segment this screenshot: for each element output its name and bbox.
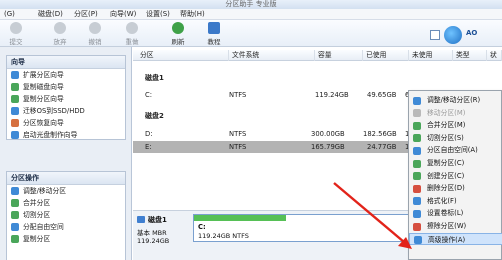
ctx-item-allocate[interactable]: 分区自由空间(A) [409, 144, 502, 157]
ctx-item-split[interactable]: 切割分区(S) [409, 132, 502, 145]
menu-settings[interactable]: 设置(S) [146, 9, 170, 20]
back-icon [89, 22, 101, 34]
delete-icon [413, 184, 421, 193]
ctx-item-wipe[interactable]: 擦除分区(W) [409, 220, 502, 233]
col-filesystem[interactable]: 文件系统 [229, 50, 315, 61]
col-free[interactable]: 未使用 [409, 50, 453, 61]
undo-button[interactable]: 撤销 [85, 22, 105, 46]
col-used[interactable]: 已使用 [363, 50, 409, 61]
wizard-panel-title[interactable]: 向导 [7, 56, 125, 69]
partition-bar-c[interactable]: C: 119.24GB NTFS [193, 214, 413, 242]
format-icon [413, 197, 421, 206]
sidebar-item-copy-disk-wizard[interactable]: 复制磁盘向导 [7, 81, 125, 93]
disc-icon [11, 131, 19, 139]
refresh-icon [172, 22, 184, 34]
table-header: 分区 文件系统 容量 已使用 未使用 类型 状 [133, 50, 502, 61]
sidebar-item-bootable-media[interactable]: 启动光盘制作向导 [7, 129, 125, 141]
submit-button[interactable]: 提交 [6, 22, 26, 46]
copy-partition-icon [11, 95, 19, 103]
tutorial-button[interactable]: 教程 [204, 22, 224, 46]
menu-bar: (G) 磁盘(D) 分区(P) 向导(W) 设置(S) 帮助(H) [0, 9, 502, 20]
menu-wizard[interactable]: 向导(W) [110, 9, 136, 20]
set-label-icon [413, 209, 421, 218]
advanced-icon [414, 236, 422, 245]
app-logo-icon [444, 26, 462, 44]
recovery-icon [11, 119, 19, 127]
copy-icon [11, 235, 19, 243]
split-icon [11, 211, 19, 219]
ctx-item-resize[interactable]: 调整/移动分区(R) [409, 94, 502, 107]
ctx-item-merge[interactable]: 合并分区(M) [409, 119, 502, 132]
ctx-item-create[interactable]: 创建分区(C) [409, 170, 502, 183]
refresh-button[interactable]: 刷新 [168, 22, 188, 46]
allocate-icon [11, 223, 19, 231]
ctx-item-format[interactable]: 格式化(F) [409, 195, 502, 208]
resize-icon [413, 96, 421, 105]
sidebar-item-resize[interactable]: 调整/移动分区 [7, 185, 125, 197]
sidebar-item-recovery-wizard[interactable]: 分区恢复向导 [7, 117, 125, 129]
check-icon [10, 22, 22, 34]
create-icon [413, 172, 421, 181]
disk1-label: 磁盘1 [145, 74, 164, 82]
option-checkbox[interactable] [430, 30, 440, 40]
copy-disk-icon [11, 83, 19, 91]
ctx-item-set-label[interactable]: 设置卷标(L) [409, 207, 502, 220]
ctx-item-copy[interactable]: 复制分区(C) [409, 157, 502, 170]
sidebar-item-merge[interactable]: 合并分区 [7, 197, 125, 209]
menu-partition[interactable]: 分区(P) [74, 9, 98, 20]
partition-ops-title[interactable]: 分区操作 [7, 172, 125, 185]
sidebar-item-migrate-os[interactable]: 迁移OS到SSD/HDD [7, 105, 125, 117]
menu-file-fragment[interactable]: (G) [4, 9, 15, 20]
move-icon [413, 109, 421, 118]
migrate-icon [11, 107, 19, 115]
wizard-panel: 向导 扩展分区向导 复制磁盘向导 复制分区向导 迁移OS到SSD/HDD 分区恢… [6, 55, 126, 140]
window-title: 分区助手 专业版 [0, 0, 502, 9]
extend-icon [11, 71, 19, 79]
copy-icon [413, 159, 421, 168]
sidebar-item-extend-wizard[interactable]: 扩展分区向导 [7, 69, 125, 81]
split-icon [413, 134, 421, 143]
context-menu: 调整/移动分区(R) 移动分区(M) 合并分区(M) 切割分区(S) 分区自由空间(A)… [408, 90, 502, 260]
ctx-item-move[interactable]: 移动分区(M) [409, 107, 502, 120]
wipe-icon [413, 222, 421, 231]
ctx-item-delete[interactable]: 删除分区(D) [409, 182, 502, 195]
book-icon [208, 22, 220, 34]
redo-icon [126, 22, 138, 34]
disk-map-card[interactable]: 磁盘1 基本 MBR 119.24GB [137, 214, 191, 254]
sidebar-item-split[interactable]: 切割分区 [7, 209, 125, 221]
discard-button[interactable]: 放弃 [50, 22, 70, 46]
toolbar: 提交 放弃 撤销 重做 刷新 教程 [0, 20, 502, 47]
app-logo-text: AO [466, 29, 478, 37]
undo-icon [54, 22, 66, 34]
disk-icon [137, 216, 145, 223]
col-capacity[interactable]: 容量 [315, 50, 363, 61]
col-status[interactable]: 状 [487, 50, 502, 61]
ctx-item-advanced[interactable]: 高级操作(A) [409, 232, 502, 246]
sidebar: 向导 扩展分区向导 复制磁盘向导 复制分区向导 迁移OS到SSD/HDD 分区恢… [0, 47, 132, 260]
disk2-label: 磁盘2 [145, 112, 164, 120]
menu-help[interactable]: 帮助(H) [180, 9, 205, 20]
sidebar-item-copy[interactable]: 复制分区 [7, 233, 125, 245]
resize-icon [11, 187, 19, 195]
sidebar-item-allocate[interactable]: 分配自由空间 [7, 221, 125, 233]
allocate-icon [413, 146, 421, 155]
partition-usage-fill [194, 215, 286, 221]
redo-button[interactable]: 重做 [122, 22, 142, 46]
sidebar-item-copy-partition-wizard[interactable]: 复制分区向导 [7, 93, 125, 105]
col-type[interactable]: 类型 [453, 50, 487, 61]
col-partition[interactable]: 分区 [137, 50, 229, 61]
menu-disk[interactable]: 磁盘(D) [38, 9, 63, 20]
partition-ops-panel: 分区操作 调整/移动分区 合并分区 切割分区 分配自由空间 复制分区 [6, 171, 126, 260]
merge-icon [11, 199, 19, 207]
merge-icon [413, 121, 421, 130]
